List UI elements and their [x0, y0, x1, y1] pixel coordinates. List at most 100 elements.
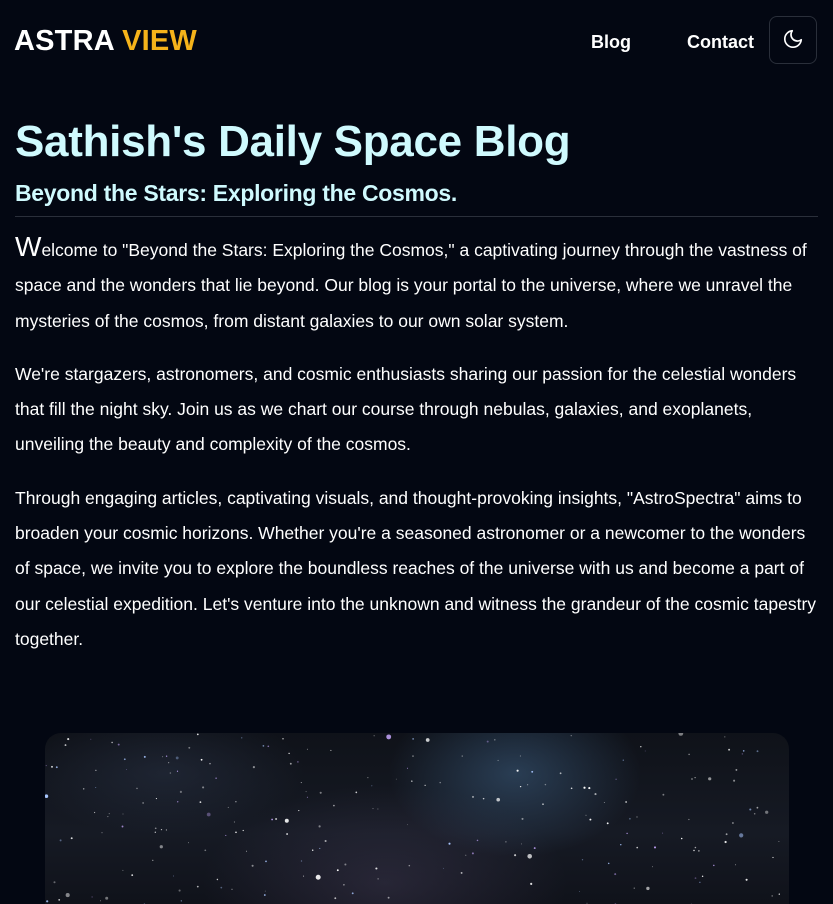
star	[70, 837, 73, 840]
star	[334, 897, 337, 900]
star	[494, 739, 496, 741]
star	[107, 816, 109, 818]
star	[227, 806, 229, 808]
star	[588, 787, 591, 790]
star	[741, 753, 744, 755]
star	[742, 750, 745, 752]
star	[694, 877, 697, 879]
star	[662, 832, 664, 834]
star	[206, 812, 211, 817]
star	[411, 780, 413, 782]
star	[142, 802, 144, 804]
star	[387, 896, 390, 899]
star	[636, 846, 639, 849]
star	[95, 769, 97, 771]
star	[699, 881, 701, 883]
star	[585, 814, 587, 816]
star	[46, 900, 49, 903]
star	[646, 886, 650, 891]
star	[407, 824, 408, 826]
star	[693, 849, 695, 852]
star	[263, 894, 266, 896]
star	[589, 818, 592, 821]
star	[527, 854, 532, 859]
star	[579, 891, 580, 893]
star	[215, 777, 217, 779]
star	[202, 786, 205, 789]
star	[606, 822, 609, 825]
blog-content: Sathish's Daily Space Blog Beyond the St…	[15, 112, 818, 657]
star	[448, 842, 451, 845]
star	[386, 734, 392, 740]
intro-paragraph-text: elcome to "Beyond the Stars: Exploring t…	[15, 240, 807, 331]
star	[756, 750, 759, 753]
moon-icon	[782, 28, 804, 53]
logo-primary-text: ASTRA	[14, 25, 114, 57]
star	[319, 791, 322, 794]
star	[620, 844, 622, 846]
star	[108, 813, 110, 815]
star	[220, 886, 223, 889]
star	[121, 825, 124, 828]
star	[216, 878, 219, 881]
theme-toggle-button[interactable]	[769, 16, 817, 64]
star	[315, 874, 321, 880]
star	[496, 797, 501, 802]
star	[581, 859, 584, 861]
star	[544, 783, 547, 786]
star	[242, 829, 244, 832]
star	[412, 755, 414, 757]
star	[476, 839, 479, 842]
site-logo[interactable]: ASTRA VIEW	[14, 24, 197, 58]
star	[143, 755, 146, 758]
star	[298, 810, 300, 812]
star	[471, 795, 475, 798]
star	[607, 862, 610, 865]
star	[241, 737, 243, 739]
star	[122, 813, 124, 815]
star	[373, 735, 375, 737]
star	[311, 849, 314, 851]
star	[559, 772, 562, 775]
page: ASTRA VIEW Blog Contact Sathish's Daily …	[0, 0, 833, 904]
star	[735, 768, 738, 771]
star	[188, 842, 189, 844]
star	[324, 839, 327, 843]
star	[306, 748, 308, 750]
star	[633, 887, 635, 889]
star	[117, 743, 120, 746]
nav-link-contact[interactable]: Contact	[687, 30, 754, 54]
star	[262, 745, 265, 747]
star	[275, 817, 278, 821]
nav-link-blog[interactable]: Blog	[591, 30, 631, 54]
star	[688, 753, 690, 756]
star	[344, 863, 347, 866]
star	[105, 896, 109, 900]
star	[371, 785, 373, 787]
star	[355, 791, 358, 794]
star	[688, 818, 690, 821]
star	[412, 738, 414, 740]
star	[753, 812, 756, 815]
star	[246, 850, 247, 852]
star	[168, 762, 170, 764]
star	[460, 871, 463, 874]
star	[180, 900, 182, 902]
star	[235, 831, 237, 834]
star	[196, 733, 199, 736]
star	[45, 794, 49, 798]
star	[284, 818, 289, 823]
star	[680, 837, 683, 840]
star	[126, 769, 127, 771]
star	[100, 900, 101, 902]
star	[625, 801, 627, 803]
star	[136, 787, 138, 790]
star	[131, 874, 134, 876]
star	[111, 741, 113, 744]
intro-paragraph: Welcome to "Beyond the Stars: Exploring …	[15, 233, 818, 339]
star	[175, 756, 179, 760]
star	[622, 759, 624, 761]
star	[300, 860, 303, 862]
star	[176, 770, 179, 772]
star	[603, 802, 605, 804]
